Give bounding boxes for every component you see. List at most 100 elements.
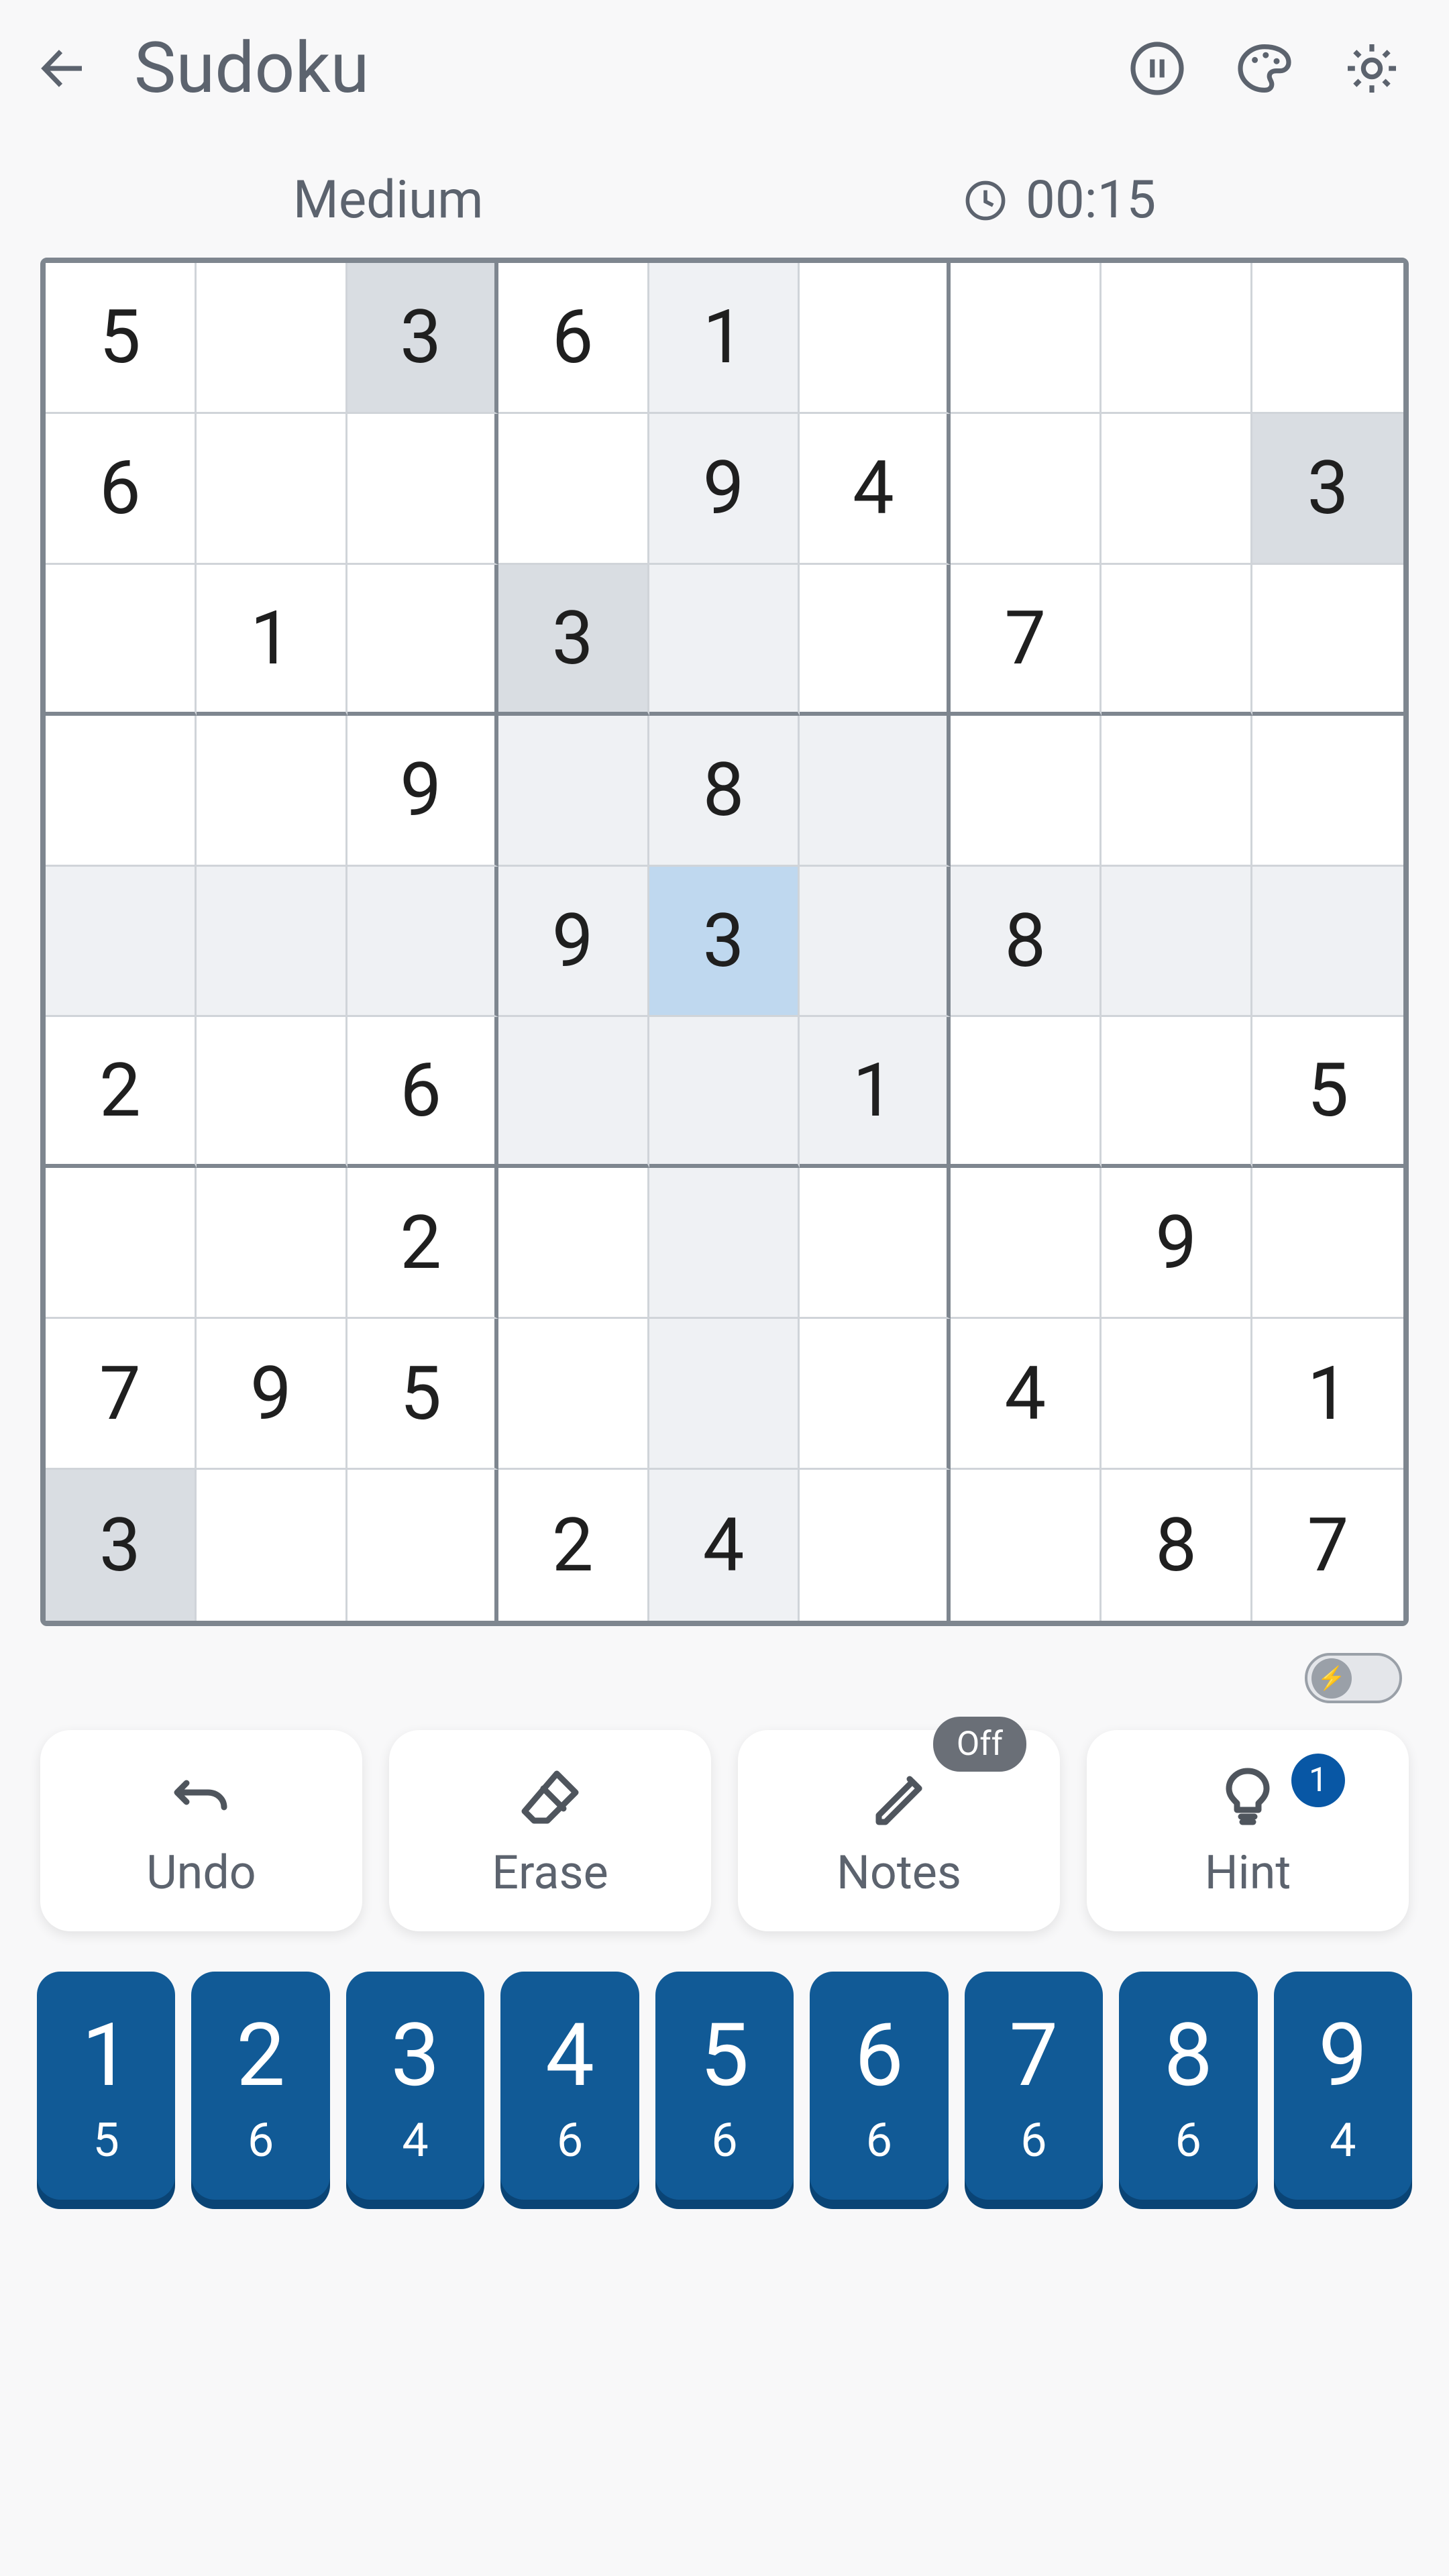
board-cell[interactable] [347, 565, 498, 716]
board-cell[interactable]: 2 [498, 1470, 649, 1621]
board-cell[interactable]: 6 [498, 263, 649, 414]
board-cell[interactable] [1102, 263, 1252, 414]
board-cell[interactable]: 3 [46, 1470, 197, 1621]
board-cell[interactable] [197, 1168, 347, 1319]
board-cell[interactable] [46, 1168, 197, 1319]
board-cell[interactable] [46, 565, 197, 716]
board-cell[interactable] [197, 867, 347, 1018]
board-cell[interactable] [498, 1319, 649, 1470]
board-cell[interactable]: 1 [800, 1017, 951, 1168]
fast-mode-toggle[interactable]: ⚡ [1305, 1653, 1402, 1703]
board-cell[interactable] [498, 716, 649, 867]
board-cell[interactable] [951, 1168, 1102, 1319]
board-cell[interactable] [800, 1319, 951, 1470]
board-cell[interactable]: 5 [347, 1319, 498, 1470]
board-cell[interactable] [1102, 716, 1252, 867]
board-cell[interactable]: 1 [197, 565, 347, 716]
board-cell[interactable] [649, 1319, 800, 1470]
board-cell[interactable]: 7 [1252, 1470, 1403, 1621]
board-cell[interactable] [498, 1168, 649, 1319]
board-cell[interactable]: 1 [649, 263, 800, 414]
board-cell[interactable] [1102, 867, 1252, 1018]
board-cell[interactable]: 7 [46, 1319, 197, 1470]
board-cell[interactable] [649, 1017, 800, 1168]
board-cell[interactable] [347, 414, 498, 565]
board-cell[interactable] [1252, 867, 1403, 1018]
board-cell[interactable] [498, 1017, 649, 1168]
key-4[interactable]: 46 [500, 1972, 639, 2200]
board-cell[interactable] [800, 867, 951, 1018]
board-cell[interactable]: 2 [347, 1168, 498, 1319]
board-cell[interactable]: 2 [46, 1017, 197, 1168]
board-cell[interactable] [46, 867, 197, 1018]
board-cell[interactable]: 5 [1252, 1017, 1403, 1168]
board-cell[interactable]: 9 [347, 716, 498, 867]
board-cell[interactable]: 1 [1252, 1319, 1403, 1470]
key-2[interactable]: 26 [191, 1972, 329, 2200]
undo-button[interactable]: Undo [40, 1730, 362, 1931]
board-cell[interactable] [951, 1017, 1102, 1168]
key-5[interactable]: 56 [655, 1972, 794, 2200]
board-cell[interactable]: 8 [951, 867, 1102, 1018]
notes-button[interactable]: Off Notes [738, 1730, 1060, 1931]
board-cell[interactable] [800, 263, 951, 414]
key-digit: 1 [82, 2004, 131, 2106]
board-cell[interactable] [1102, 1017, 1252, 1168]
board-cell[interactable]: 5 [46, 263, 197, 414]
pause-button[interactable] [1120, 32, 1194, 105]
board-cell[interactable]: 3 [347, 263, 498, 414]
board-cell[interactable] [800, 1470, 951, 1621]
key-6[interactable]: 66 [810, 1972, 948, 2200]
board-cell[interactable]: 6 [347, 1017, 498, 1168]
board-cell[interactable]: 3 [649, 867, 800, 1018]
board-cell[interactable] [1102, 1319, 1252, 1470]
board-cell[interactable] [951, 263, 1102, 414]
board-cell[interactable] [1252, 1168, 1403, 1319]
board-cell[interactable] [649, 1168, 800, 1319]
board-cell[interactable] [197, 716, 347, 867]
board-cell[interactable]: 8 [649, 716, 800, 867]
back-button[interactable] [27, 32, 101, 105]
key-1[interactable]: 15 [37, 1972, 175, 2200]
settings-button[interactable] [1335, 32, 1409, 105]
board-cell[interactable]: 4 [649, 1470, 800, 1621]
board-cell[interactable] [197, 414, 347, 565]
board-cell[interactable]: 3 [1252, 414, 1403, 565]
board-cell[interactable] [951, 716, 1102, 867]
board-cell[interactable] [649, 565, 800, 716]
board-cell[interactable]: 3 [498, 565, 649, 716]
board-cell[interactable] [800, 565, 951, 716]
board-cell[interactable] [1252, 565, 1403, 716]
board-cell[interactable] [197, 1017, 347, 1168]
board-cell[interactable] [1252, 716, 1403, 867]
theme-button[interactable] [1228, 32, 1301, 105]
key-3[interactable]: 34 [346, 1972, 484, 2200]
board-cell[interactable] [951, 414, 1102, 565]
board-cell[interactable] [197, 1470, 347, 1621]
board-cell[interactable] [347, 1470, 498, 1621]
board-cell[interactable]: 9 [1102, 1168, 1252, 1319]
board-cell[interactable] [1102, 414, 1252, 565]
board-cell[interactable]: 4 [951, 1319, 1102, 1470]
board-cell[interactable] [46, 716, 197, 867]
board-cell[interactable] [1252, 263, 1403, 414]
board-cell[interactable]: 6 [46, 414, 197, 565]
board-cell[interactable] [197, 263, 347, 414]
board-cell[interactable]: 7 [951, 565, 1102, 716]
board-cell[interactable]: 9 [498, 867, 649, 1018]
board-cell[interactable]: 9 [197, 1319, 347, 1470]
board-cell[interactable]: 8 [1102, 1470, 1252, 1621]
key-7[interactable]: 76 [965, 1972, 1103, 2200]
board-cell[interactable]: 4 [800, 414, 951, 565]
erase-button[interactable]: Erase [389, 1730, 711, 1931]
board-cell[interactable] [800, 1168, 951, 1319]
board-cell[interactable] [498, 414, 649, 565]
board-cell[interactable] [951, 1470, 1102, 1621]
key-9[interactable]: 94 [1274, 1972, 1412, 2200]
board-cell[interactable] [1102, 565, 1252, 716]
hint-button[interactable]: 1 Hint [1087, 1730, 1409, 1931]
key-8[interactable]: 86 [1119, 1972, 1257, 2200]
board-cell[interactable]: 9 [649, 414, 800, 565]
board-cell[interactable] [347, 867, 498, 1018]
board-cell[interactable] [800, 716, 951, 867]
